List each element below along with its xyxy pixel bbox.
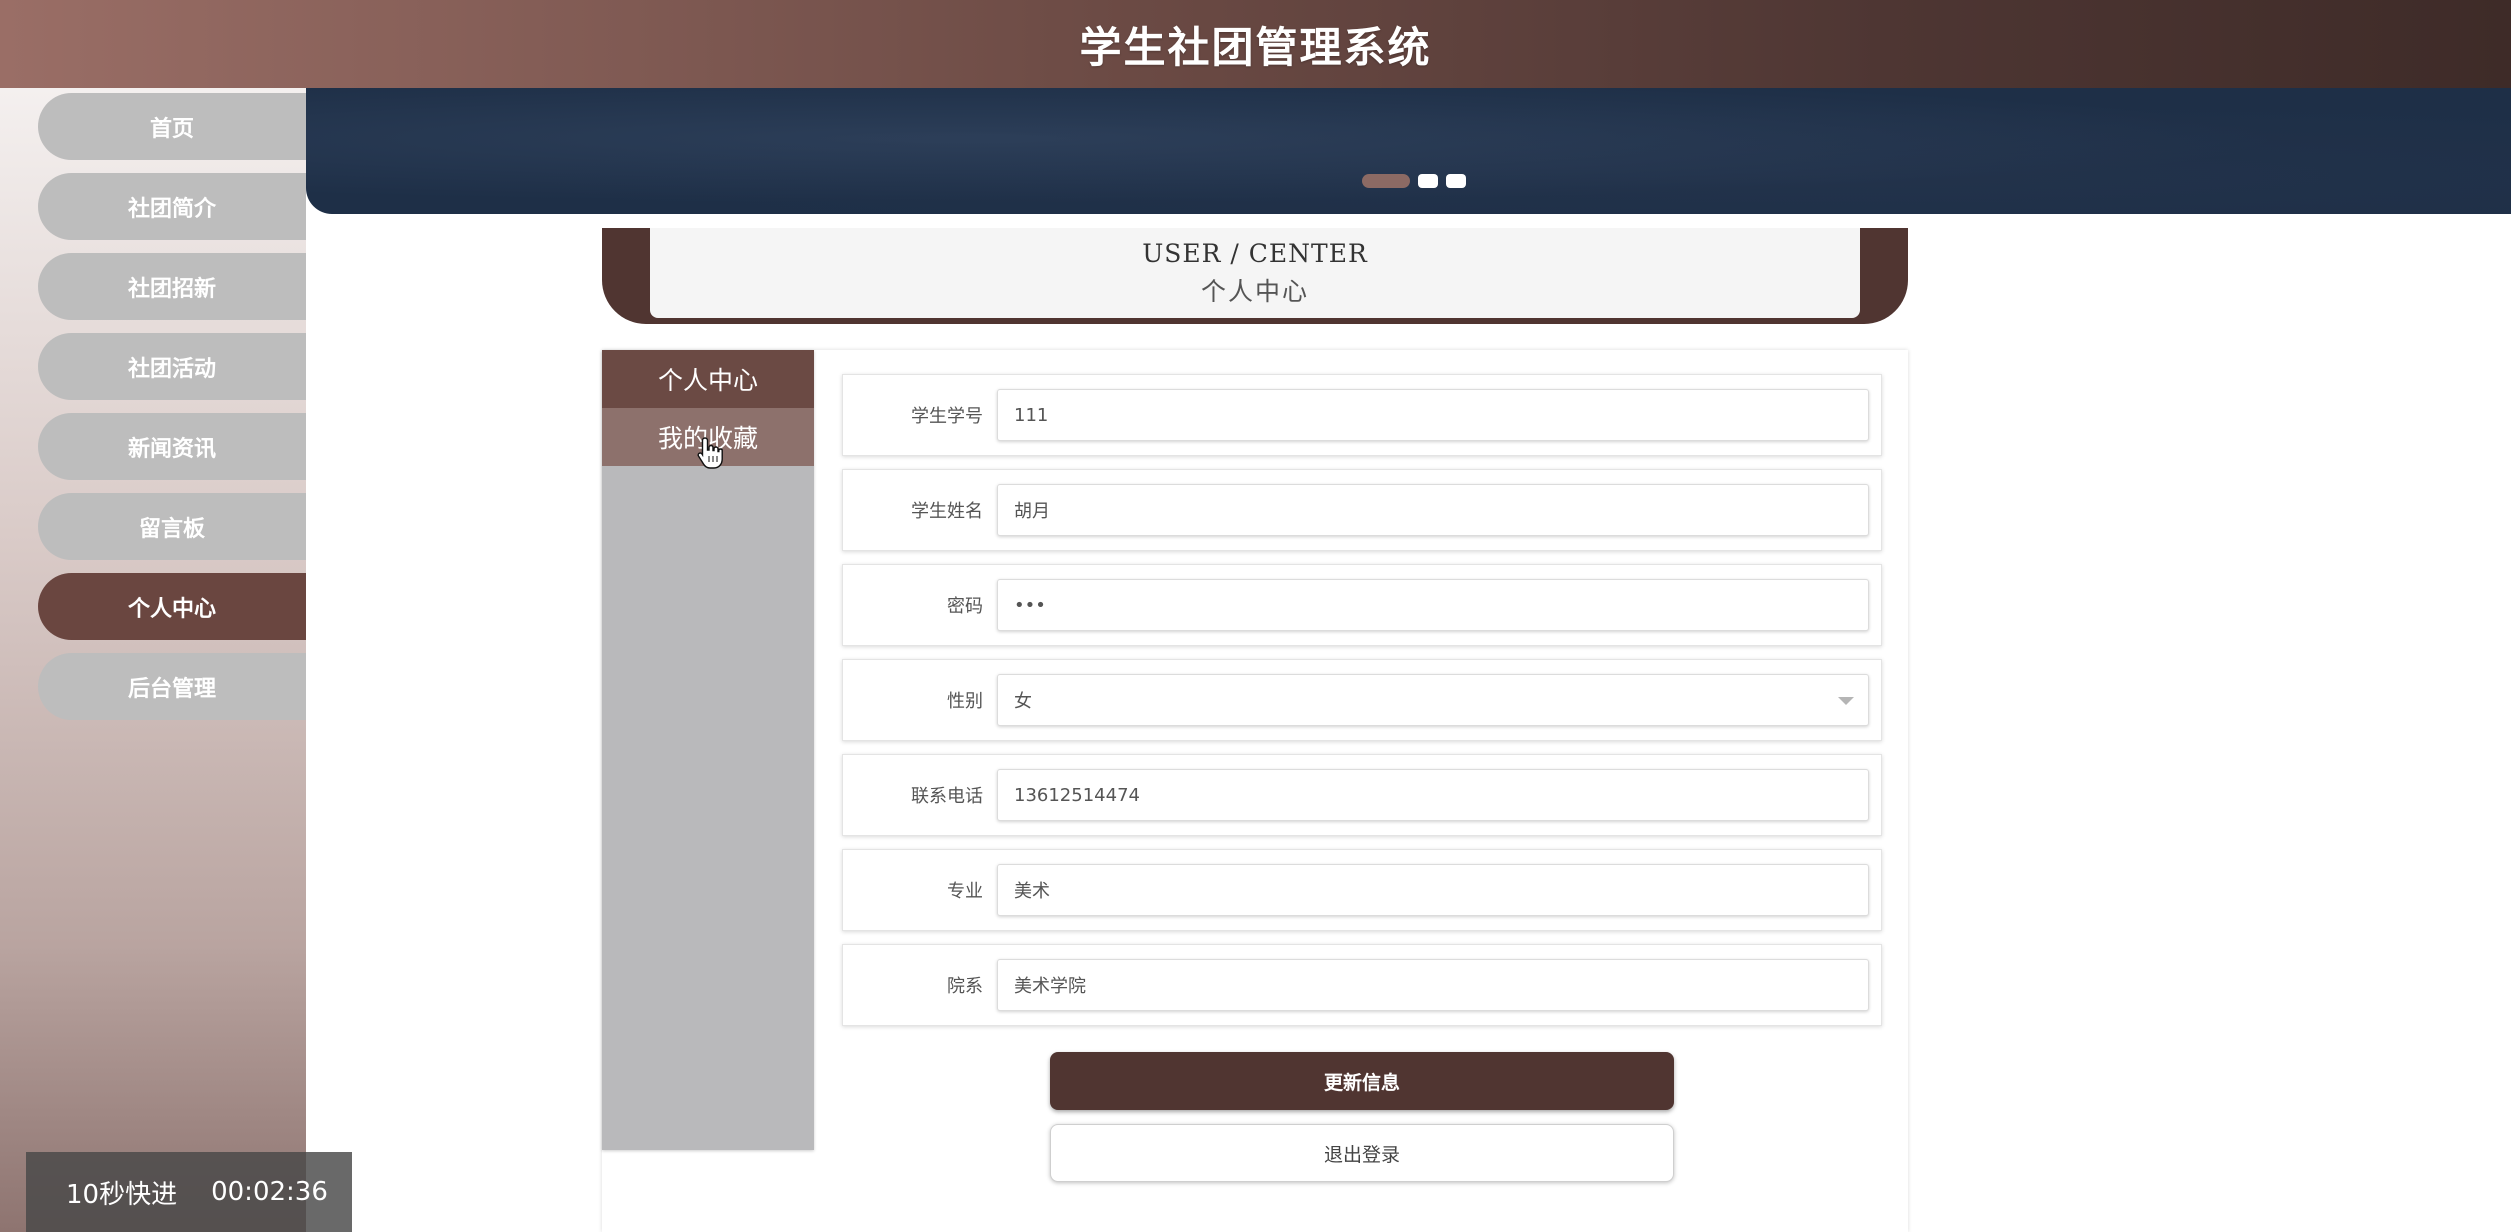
video-overlay: 10秒快进 00:02:36 <box>26 1152 352 1232</box>
password-label: 密码 <box>947 596 983 617</box>
nav-item-club-activity[interactable]: 社团活动 <box>38 333 306 400</box>
site-title: 学生社团管理系统 <box>1079 22 1432 72</box>
hand-cursor-icon <box>697 437 723 469</box>
form-row-major: 专业 美术 <box>842 849 1882 931</box>
update-info-button[interactable]: 更新信息 <box>1050 1052 1674 1110</box>
submenu-item-user-center[interactable]: 个人中心 <box>602 350 814 408</box>
gender-select[interactable]: 女 <box>997 674 1869 726</box>
form-row-student-name: 学生姓名 胡月 <box>842 469 1882 551</box>
section-title-card: USER / CENTER 个人中心 <box>602 228 1908 324</box>
logout-button[interactable]: 退出登录 <box>1050 1124 1674 1182</box>
carousel-dot-1[interactable] <box>1362 174 1410 188</box>
nav-item-user-center[interactable]: 个人中心 <box>38 573 306 640</box>
student-name-input[interactable]: 胡月 <box>997 484 1869 536</box>
student-name-label: 学生姓名 <box>911 501 983 522</box>
banner-carousel <box>306 88 2511 214</box>
user-submenu: 个人中心 我的收藏 <box>602 350 814 1150</box>
section-title-en: USER / CENTER <box>1142 238 1368 268</box>
section-title-cn: 个人中心 <box>1200 276 1309 306</box>
student-id-label: 学生学号 <box>911 406 983 427</box>
phone-label: 联系电话 <box>911 786 983 807</box>
phone-input[interactable]: 13612514474 <box>997 769 1869 821</box>
department-input[interactable]: 美术学院 <box>997 959 1869 1011</box>
carousel-indicators <box>1362 174 1466 188</box>
major-input[interactable]: 美术 <box>997 864 1869 916</box>
form-row-password: 密码 ••• <box>842 564 1882 646</box>
fast-forward-label[interactable]: 10秒快进 <box>66 1174 177 1211</box>
nav-item-admin[interactable]: 后台管理 <box>38 653 306 720</box>
nav-item-club-recruit[interactable]: 社团招新 <box>38 253 306 320</box>
gender-label: 性别 <box>947 691 983 712</box>
student-id-input[interactable]: 111 <box>997 389 1869 441</box>
header-bar: 学生社团管理系统 <box>0 0 2511 88</box>
major-label: 专业 <box>947 881 983 902</box>
form-row-department: 院系 美术学院 <box>842 944 1882 1026</box>
video-timestamp: 00:02:36 <box>211 1177 328 1207</box>
form-row-gender: 性别 女 <box>842 659 1882 741</box>
password-input[interactable]: ••• <box>997 579 1869 631</box>
chevron-down-icon <box>1838 697 1854 705</box>
form-row-phone: 联系电话 13612514474 <box>842 754 1882 836</box>
carousel-dot-2[interactable] <box>1418 174 1438 188</box>
section-title-inner: USER / CENTER 个人中心 <box>650 228 1860 318</box>
gender-select-value: 女 <box>1014 691 1032 712</box>
carousel-dot-3[interactable] <box>1446 174 1466 188</box>
form-row-student-id: 学生学号 111 <box>842 374 1882 456</box>
nav-item-message-board[interactable]: 留言板 <box>38 493 306 560</box>
nav-item-club-intro[interactable]: 社团简介 <box>38 173 306 240</box>
department-label: 院系 <box>947 976 983 997</box>
nav-item-news[interactable]: 新闻资讯 <box>38 413 306 480</box>
nav-item-home[interactable]: 首页 <box>38 93 306 160</box>
